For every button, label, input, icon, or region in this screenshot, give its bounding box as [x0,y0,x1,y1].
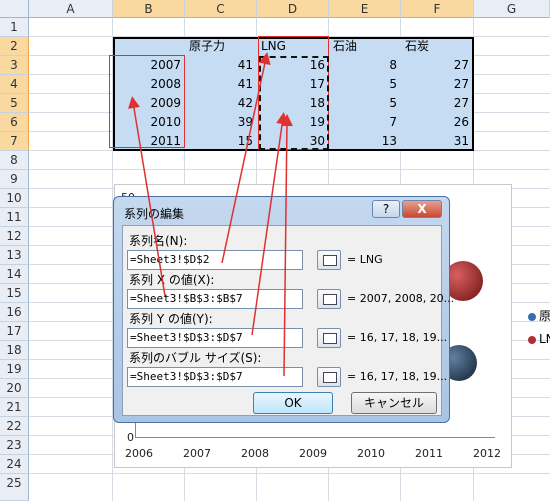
spreadsheet: A B C D E F G 1 2 3 4 5 6 7 8 9 10 11 12… [0,0,550,501]
arrow-size-to-values [280,114,293,377]
arrow-name-to-lng [221,52,271,264]
annotation-arrows [128,52,293,377]
arrow-y-to-values [251,112,289,336]
arrow-x-to-years [128,96,166,297]
